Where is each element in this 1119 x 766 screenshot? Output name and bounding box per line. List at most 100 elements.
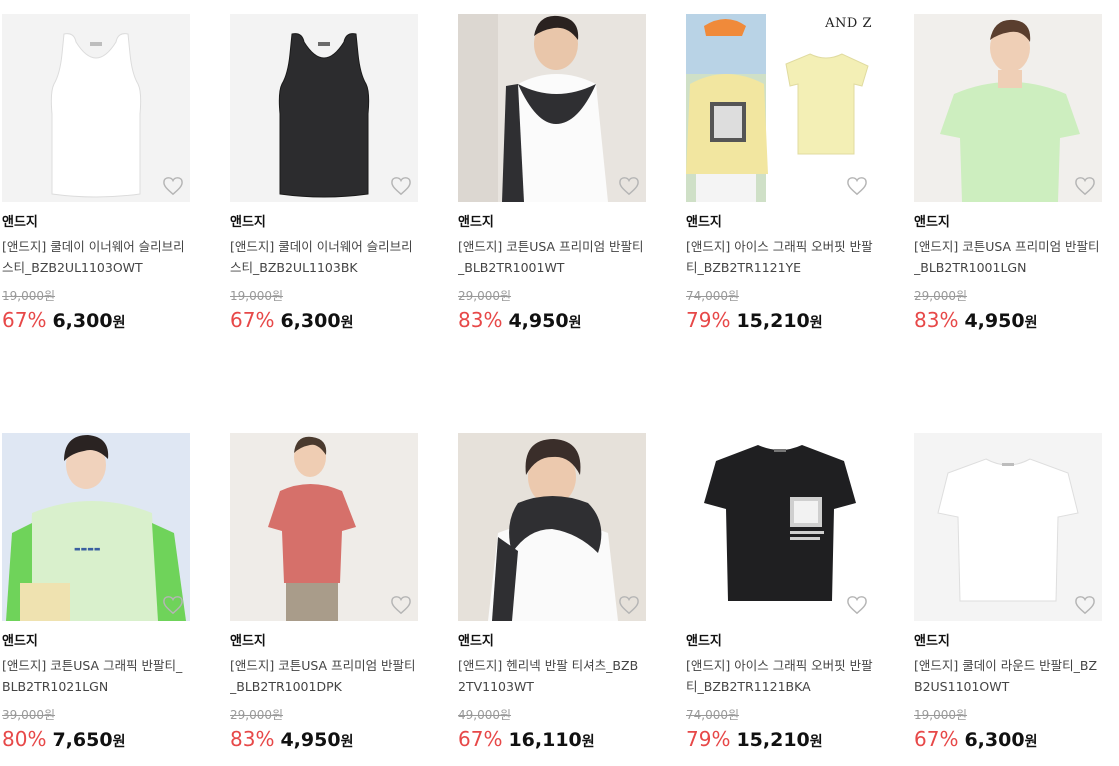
product-name[interactable]: [앤드지] 코튼USA 프리미엄 반팔티_BLB2TR1001DPK: [230, 655, 418, 697]
product-brand: 앤드지: [458, 215, 494, 230]
product-name[interactable]: [앤드지] 아이스 그래픽 오버핏 반팔티_BZB2TR1121BKA: [686, 655, 874, 697]
currency-unit: 원: [581, 734, 595, 750]
sale-price: 6,300: [280, 310, 341, 332]
product-image[interactable]: AND Z: [686, 14, 874, 202]
product-price-row: 67% 6,300원: [2, 307, 190, 333]
sale-price: 4,950: [280, 729, 341, 751]
product-brand: 앤드지: [686, 634, 722, 649]
product-brand: 앤드지: [2, 215, 38, 230]
sale-price: 7,650: [52, 729, 113, 751]
sale-price: 15,210: [736, 729, 810, 751]
product-price-row: 67% 6,300원: [230, 307, 418, 333]
product-name[interactable]: [앤드지] 코튼USA 그래픽 반팔티_BLB2TR1021LGN: [2, 655, 190, 697]
discount-rate: 83%: [914, 308, 959, 332]
product-brand: 앤드지: [914, 215, 950, 230]
brand-logo-image-text: AND Z: [825, 16, 872, 31]
product-price-row: 83% 4,950원: [458, 307, 646, 333]
discount-rate: 67%: [2, 308, 47, 332]
discount-rate: 79%: [686, 727, 731, 751]
product-image[interactable]: [914, 14, 1102, 202]
wishlist-heart-icon[interactable]: [162, 595, 184, 615]
discount-rate: 83%: [458, 308, 503, 332]
wishlist-heart-icon[interactable]: [618, 176, 640, 196]
wishlist-heart-icon[interactable]: [846, 595, 868, 615]
product-original-price: 74,000원: [686, 289, 740, 303]
sale-price: 4,950: [508, 310, 569, 332]
sale-price: 4,950: [964, 310, 1025, 332]
discount-rate: 67%: [230, 308, 275, 332]
product-card[interactable]: 앤드지 [앤드지] 코튼USA 프리미엄 반팔티_BLB2TR1001LGN 2…: [914, 14, 1102, 333]
wishlist-heart-icon[interactable]: [1074, 595, 1096, 615]
currency-unit: 원: [112, 734, 126, 750]
currency-unit: 원: [340, 734, 354, 750]
product-price-row: 79% 15,210원: [686, 726, 874, 752]
wishlist-heart-icon[interactable]: [390, 176, 412, 196]
product-image[interactable]: [458, 433, 646, 621]
product-original-price: 29,000원: [230, 708, 284, 722]
product-card[interactable]: 앤드지 [앤드지] 헨리넥 반팔 티셔츠_BZB2TV1103WT 49,000…: [458, 433, 646, 752]
wishlist-heart-icon[interactable]: [618, 595, 640, 615]
currency-unit: 원: [1024, 315, 1038, 331]
wishlist-heart-icon[interactable]: [1074, 176, 1096, 196]
product-brand: 앤드지: [230, 634, 266, 649]
discount-rate: 80%: [2, 727, 47, 751]
currency-unit: 원: [340, 315, 354, 331]
product-brand: 앤드지: [914, 634, 950, 649]
sale-price: 15,210: [736, 310, 810, 332]
product-card[interactable]: 앤드지 [앤드지] 쿨데이 이너웨어 슬리브리스티_BZB2UL1103BK 1…: [230, 14, 418, 333]
product-image[interactable]: [914, 433, 1102, 621]
product-image[interactable]: ▬▬▬▬: [2, 433, 190, 621]
product-original-price: 19,000원: [914, 708, 968, 722]
sale-price: 6,300: [52, 310, 113, 332]
product-price-row: 83% 4,950원: [230, 726, 418, 752]
product-price-row: 79% 15,210원: [686, 307, 874, 333]
product-name[interactable]: [앤드지] 헨리넥 반팔 티셔츠_BZB2TV1103WT: [458, 655, 646, 697]
wishlist-heart-icon[interactable]: [162, 176, 184, 196]
product-image[interactable]: [458, 14, 646, 202]
sale-price: 6,300: [964, 729, 1025, 751]
discount-rate: 67%: [458, 727, 503, 751]
product-card[interactable]: 앤드지 [앤드지] 쿨데이 라운드 반팔티_BZB2US1101OWT 19,0…: [914, 433, 1102, 752]
product-brand: 앤드지: [230, 215, 266, 230]
product-price-row: 83% 4,950원: [914, 307, 1102, 333]
product-name[interactable]: [앤드지] 쿨데이 이너웨어 슬리브리스티_BZB2UL1103OWT: [2, 236, 190, 278]
product-original-price: 19,000원: [2, 289, 56, 303]
product-original-price: 29,000원: [914, 289, 968, 303]
discount-rate: 67%: [914, 727, 959, 751]
currency-unit: 원: [112, 315, 126, 331]
product-image[interactable]: [230, 14, 418, 202]
product-name[interactable]: [앤드지] 아이스 그래픽 오버핏 반팔티_BZB2TR1121YE: [686, 236, 874, 278]
currency-unit: 원: [1024, 734, 1038, 750]
product-image[interactable]: [2, 14, 190, 202]
discount-rate: 83%: [230, 727, 275, 751]
product-image[interactable]: [230, 433, 418, 621]
product-card[interactable]: 앤드지 [앤드지] 코튼USA 프리미엄 반팔티_BLB2TR1001DPK 2…: [230, 433, 418, 752]
product-brand: 앤드지: [458, 634, 494, 649]
product-name[interactable]: [앤드지] 코튼USA 프리미엄 반팔티_BLB2TR1001LGN: [914, 236, 1102, 278]
product-price-row: 67% 6,300원: [914, 726, 1102, 752]
product-brand: 앤드지: [2, 634, 38, 649]
product-card[interactable]: 앤드지 [앤드지] 코튼USA 프리미엄 반팔티_BLB2TR1001WT 29…: [458, 14, 646, 333]
product-price-row: 80% 7,650원: [2, 726, 190, 752]
product-original-price: 74,000원: [686, 708, 740, 722]
product-original-price: 29,000원: [458, 289, 512, 303]
product-original-price: 19,000원: [230, 289, 284, 303]
product-image[interactable]: [686, 433, 874, 621]
product-original-price: 39,000원: [2, 708, 56, 722]
product-price-row: 67% 16,110원: [458, 726, 646, 752]
product-name[interactable]: [앤드지] 쿨데이 라운드 반팔티_BZB2US1101OWT: [914, 655, 1102, 697]
product-name[interactable]: [앤드지] 코튼USA 프리미엄 반팔티_BLB2TR1001WT: [458, 236, 646, 278]
product-card[interactable]: ▬▬▬▬ 앤드지 [앤드지] 코튼USA 그래픽 반팔티_BLB2TR1021L…: [2, 433, 190, 752]
product-name[interactable]: [앤드지] 쿨데이 이너웨어 슬리브리스티_BZB2UL1103BK: [230, 236, 418, 278]
wishlist-heart-icon[interactable]: [846, 176, 868, 196]
product-card[interactable]: 앤드지 [앤드지] 아이스 그래픽 오버핏 반팔티_BZB2TR1121BKA …: [686, 433, 874, 752]
svg-text:▬▬▬▬: ▬▬▬▬: [74, 545, 100, 553]
discount-rate: 79%: [686, 308, 731, 332]
product-brand: 앤드지: [686, 215, 722, 230]
product-card[interactable]: 앤드지 [앤드지] 쿨데이 이너웨어 슬리브리스티_BZB2UL1103OWT …: [2, 14, 190, 333]
product-card[interactable]: AND Z 앤드지 [앤드지] 아이스 그래픽 오버핏 반팔티_BZB2TR11…: [686, 14, 874, 333]
currency-unit: 원: [568, 315, 582, 331]
wishlist-heart-icon[interactable]: [390, 595, 412, 615]
sale-price: 16,110: [508, 729, 582, 751]
currency-unit: 원: [809, 734, 823, 750]
